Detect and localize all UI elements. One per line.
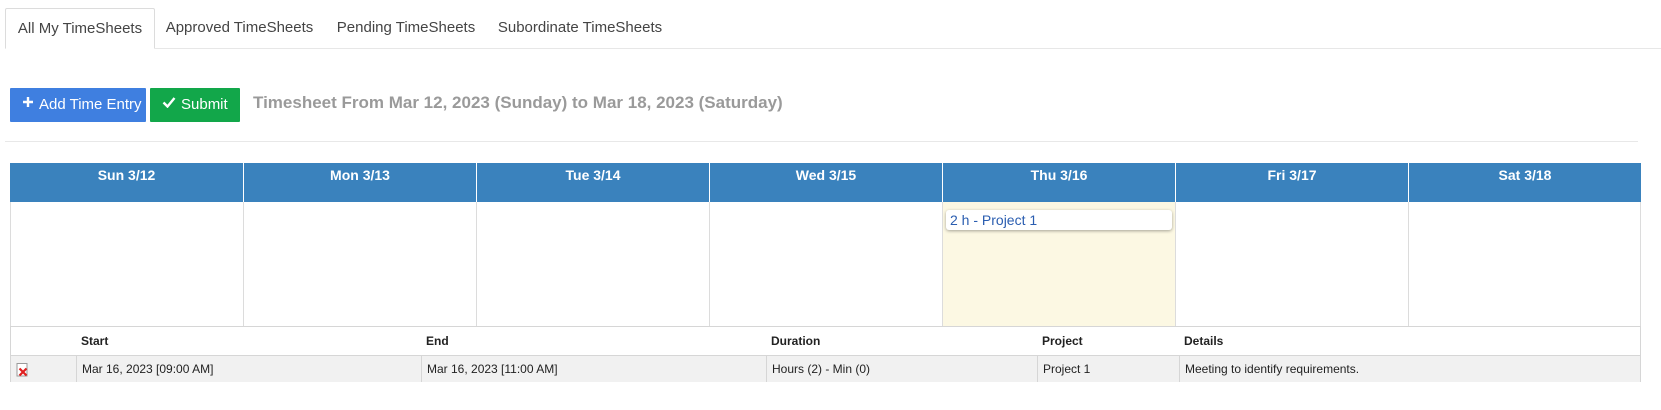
entry-project: Project 1 [1037,356,1179,382]
submit-label: Submit [181,96,228,113]
week-calendar: Sun 3/12 Mon 3/13 Tue 3/14 Wed 3/15 Thu … [10,163,1641,326]
plus-icon [22,87,34,121]
calendar-event[interactable]: 2 h - Project 1 [946,210,1172,230]
table-row: Mar 16, 2023 [09:00 AM] Mar 16, 2023 [11… [11,355,1640,382]
day-cell-sat[interactable] [1409,202,1640,326]
day-header-mon: Mon 3/13 [243,163,476,202]
submit-button[interactable]: Submit [150,88,240,122]
tab-approved-timesheets[interactable]: Approved TimeSheets [157,8,322,49]
entry-details: Meeting to identify requirements. [1179,356,1640,382]
timesheet-tabs: All My TimeSheets Approved TimeSheets Pe… [0,0,1661,49]
column-header-start: Start [81,334,109,348]
day-cell-thu[interactable]: 2 h - Project 1 [943,202,1176,326]
tab-all-my-timesheets[interactable]: All My TimeSheets [5,8,155,49]
tab-pending-timesheets[interactable]: Pending TimeSheets [326,8,486,49]
day-header-tue: Tue 3/14 [476,163,709,202]
day-header-sat: Sat 3/18 [1408,163,1641,202]
add-time-entry-button[interactable]: Add Time Entry [10,88,146,122]
day-header-fri: Fri 3/17 [1175,163,1408,202]
day-cell-wed[interactable] [710,202,943,326]
timesheet-period-title: Timesheet From Mar 12, 2023 (Sunday) to … [253,93,783,112]
tab-subordinate-timesheets[interactable]: Subordinate TimeSheets [490,8,670,49]
time-entries-table: Start End Duration Project Details Mar 1… [10,326,1641,382]
day-cell-fri[interactable] [1176,202,1409,326]
column-header-details: Details [1184,334,1224,348]
delete-icon[interactable] [16,363,30,377]
day-header-wed: Wed 3/15 [709,163,942,202]
calendar-header: Sun 3/12 Mon 3/13 Tue 3/14 Wed 3/15 Thu … [10,163,1641,202]
entry-start: Mar 16, 2023 [09:00 AM] [76,356,421,382]
column-header-project: Project [1042,334,1083,348]
add-time-entry-label: Add Time Entry [39,96,142,113]
day-cell-sun[interactable] [11,202,244,326]
day-header-sun: Sun 3/12 [97,167,156,183]
checkmark-icon [162,87,176,121]
day-cell-mon[interactable] [244,202,477,326]
calendar-body: 2 h - Project 1 [10,202,1641,326]
column-header-duration: Duration [771,334,821,348]
column-header-end: End [426,334,449,348]
day-cell-tue[interactable] [477,202,710,326]
entry-duration: Hours (2) - Min (0) [766,356,1037,382]
entry-end: Mar 16, 2023 [11:00 AM] [421,356,766,382]
toolbar-divider [5,141,1638,142]
day-header-thu: Thu 3/16 [942,163,1175,202]
